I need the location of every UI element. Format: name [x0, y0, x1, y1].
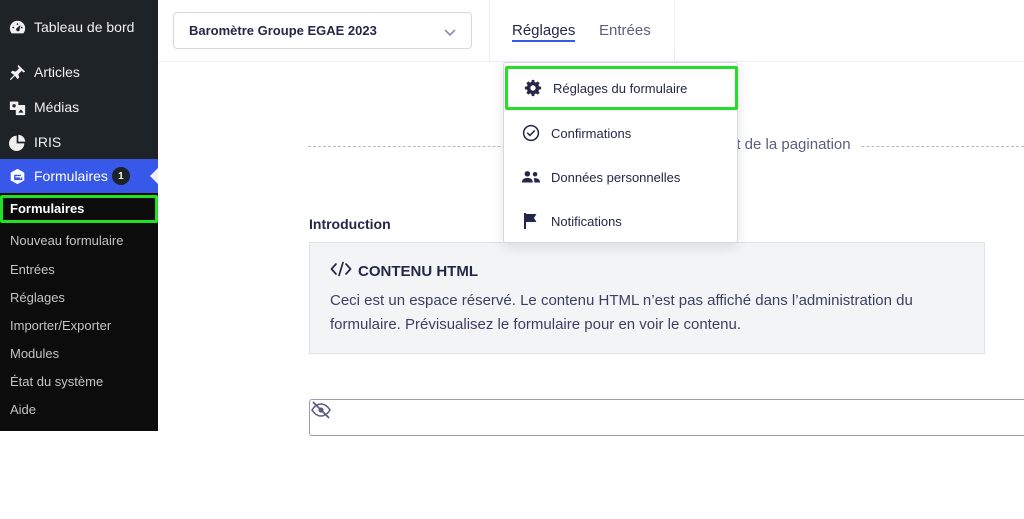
html-content-field[interactable]: CONTENU HTML Ceci est un espace réservé.… [309, 242, 985, 354]
dropdown-item-label: Notifications [551, 213, 622, 229]
submenu-item-reglages[interactable]: Réglages [0, 284, 158, 312]
menu-item-label: Articles [34, 64, 80, 80]
submenu-item-modules[interactable]: Modules [0, 340, 158, 368]
menu-item-iris[interactable]: IRIS [0, 125, 158, 159]
submenu-item-formulaires[interactable]: Formulaires [0, 195, 158, 223]
submenu-item-nouveau-formulaire[interactable]: Nouveau formulaire [0, 227, 158, 255]
dashboard-icon [8, 18, 26, 36]
dropdown-item-reglages-du-formulaire[interactable]: Réglages du formulaire [505, 66, 738, 110]
menu-item-medias[interactable]: Médias [0, 90, 158, 124]
submenu-item-etat-du-systeme[interactable]: État du système [0, 368, 158, 396]
notification-badge: 1 [111, 167, 130, 185]
toolbar-divider [674, 0, 675, 62]
form-selector[interactable]: Baromètre Groupe EGAE 2023 [173, 12, 472, 49]
gear-icon [523, 78, 543, 98]
tab-reglages[interactable]: Réglages [512, 0, 576, 62]
submenu-item-entrees[interactable]: Entrées [0, 256, 158, 284]
media-icon [8, 98, 26, 116]
dropdown-item-label: Données personnelles [551, 169, 681, 185]
gravity-forms-icon [8, 167, 26, 185]
field-label: Introduction [309, 216, 391, 232]
tab-entrees[interactable]: Entrées [599, 0, 651, 62]
formulaires-submenu: Formulaires Nouveau formulaire Entrées R… [0, 193, 158, 431]
menu-item-label: Formulaires [34, 168, 108, 184]
users-icon [521, 167, 541, 187]
dropdown-item-label: Confirmations [551, 125, 632, 141]
check-circle-icon [521, 123, 541, 143]
menu-item-formulaires[interactable]: Formulaires 1 [0, 159, 158, 193]
menu-item-articles[interactable]: Articles [0, 55, 158, 89]
form-editor-toolbar: Baromètre Groupe EGAE 2023 Réglages Entr… [158, 0, 1024, 62]
flag-icon [521, 211, 541, 231]
html-block-title: CONTENU HTML [330, 261, 964, 281]
hidden-field[interactable] [309, 399, 1024, 436]
chevron-down-icon [443, 25, 457, 42]
submenu-item-aide[interactable]: Aide [0, 396, 158, 424]
submenu-item-importer-exporter[interactable]: Importer/Exporter [0, 312, 158, 340]
code-icon [330, 261, 352, 281]
dropdown-item-donnees-personnelles[interactable]: Données personnelles [504, 155, 737, 199]
menu-item-label: Médias [34, 99, 80, 115]
menu-item-label: Tableau de bord [34, 19, 135, 35]
admin-sidebar: Tableau de bord Articles Médias IRIS For… [0, 0, 158, 519]
menu-item-dashboard[interactable]: Tableau de bord [0, 10, 158, 44]
html-block-title-text: CONTENU HTML [358, 262, 478, 280]
form-selector-value: Baromètre Groupe EGAE 2023 [189, 23, 377, 38]
toolbar-divider [489, 0, 490, 62]
pushpin-icon [8, 63, 26, 81]
dropdown-item-notifications[interactable]: Notifications [504, 199, 737, 243]
html-block-description: Ceci est un espace réservé. Le contenu H… [330, 292, 913, 333]
menu-item-label: IRIS [34, 134, 62, 150]
page-break-label: ut de la pagination [718, 136, 861, 153]
eye-slash-icon [310, 400, 332, 425]
dropdown-item-confirmations[interactable]: Confirmations [504, 111, 737, 155]
pie-chart-icon [8, 133, 26, 151]
dropdown-item-label: Réglages du formulaire [553, 80, 688, 96]
settings-dropdown-menu: Réglages du formulaire Confirmations Don… [503, 62, 738, 243]
